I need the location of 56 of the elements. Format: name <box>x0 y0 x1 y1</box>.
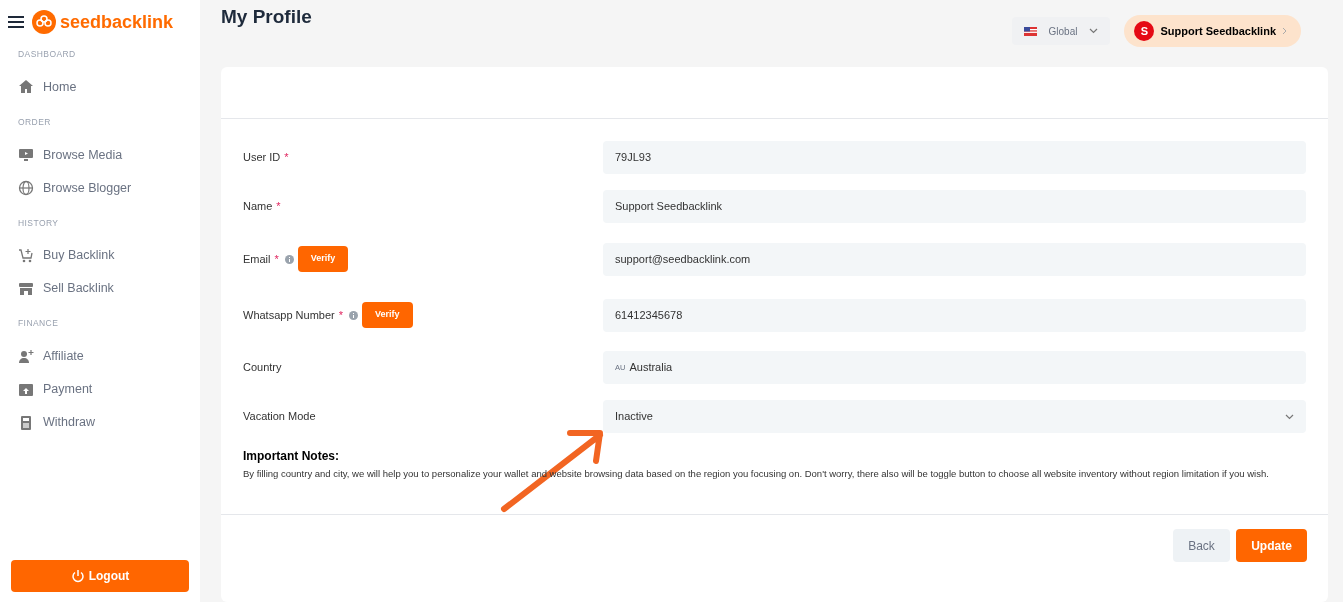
menu-icon[interactable] <box>8 16 24 28</box>
monitor-icon <box>18 147 34 163</box>
verify-button[interactable]: Verify <box>297 246 349 272</box>
sidebar-item[interactable]: Browse Media <box>18 138 200 172</box>
input-field[interactable]: 79JL93 <box>603 141 1306 174</box>
region-selector[interactable]: Global <box>1011 17 1111 45</box>
verify-button[interactable]: Verify <box>362 302 413 328</box>
select-value: Inactive <box>615 409 654 425</box>
input-field[interactable]: 61412345678 <box>603 298 1306 332</box>
sidebar-item[interactable]: Sell Backlink <box>18 272 200 306</box>
power-icon <box>70 569 85 583</box>
required-mark: * <box>284 150 289 166</box>
flag-icon <box>1023 26 1037 36</box>
sidebar-item[interactable]: Home <box>18 70 200 104</box>
logout-button[interactable]: Logout <box>11 560 189 592</box>
calculator-icon <box>18 414 34 431</box>
sidebar-item[interactable]: Affiliate <box>18 340 200 373</box>
field-label: Email <box>243 251 271 267</box>
select-field[interactable]: Inactive <box>603 400 1306 433</box>
sidebar-item[interactable]: Browse Blogger <box>18 171 200 205</box>
user-menu[interactable]: S Support Seedbacklink <box>1124 15 1301 47</box>
input-field[interactable]: Support Seedbacklink <box>603 190 1306 223</box>
home-icon <box>18 79 34 96</box>
store-icon <box>18 280 34 297</box>
cart-icon <box>18 247 34 264</box>
input-field[interactable]: support@seedbacklink.com <box>603 242 1306 276</box>
section-heading: DASHBOARD <box>18 48 77 61</box>
required-mark: * <box>338 307 343 323</box>
required-mark: * <box>276 199 281 215</box>
required-mark: * <box>274 251 279 267</box>
upload-icon <box>18 381 34 398</box>
section-heading: HISTORY <box>18 216 60 230</box>
notes-heading: Important Notes: <box>243 448 340 465</box>
update-button[interactable]: Update <box>1236 529 1307 562</box>
chevron-down-icon <box>1285 413 1294 420</box>
logo-icon <box>32 10 56 34</box>
field-label: Whatsapp Number <box>243 307 335 323</box>
chevron-right-icon <box>1282 27 1287 35</box>
user-plus-icon <box>18 348 34 365</box>
back-button[interactable]: Back <box>1173 529 1230 562</box>
brand-name: seedbacklink <box>60 10 174 34</box>
user-name: Support Seedbacklink <box>1160 23 1276 39</box>
field-label: Country <box>243 360 282 376</box>
section-heading: ORDER <box>18 115 52 129</box>
chevron-down-icon <box>1089 28 1099 34</box>
field-label: User ID <box>243 150 281 166</box>
sidebar-item[interactable]: Payment <box>18 373 200 406</box>
field-label: Vacation Mode <box>243 409 316 425</box>
sidebar-item[interactable]: Withdraw <box>18 406 200 439</box>
field-label: Name <box>243 199 273 215</box>
user-avatar: S <box>1134 21 1155 41</box>
globe-icon <box>18 180 34 196</box>
sidebar-item[interactable]: Buy Backlink <box>18 239 200 273</box>
country-name: Australia <box>629 360 673 376</box>
section-heading: FINANCE <box>18 317 60 330</box>
page-title: My Profile <box>221 5 312 29</box>
